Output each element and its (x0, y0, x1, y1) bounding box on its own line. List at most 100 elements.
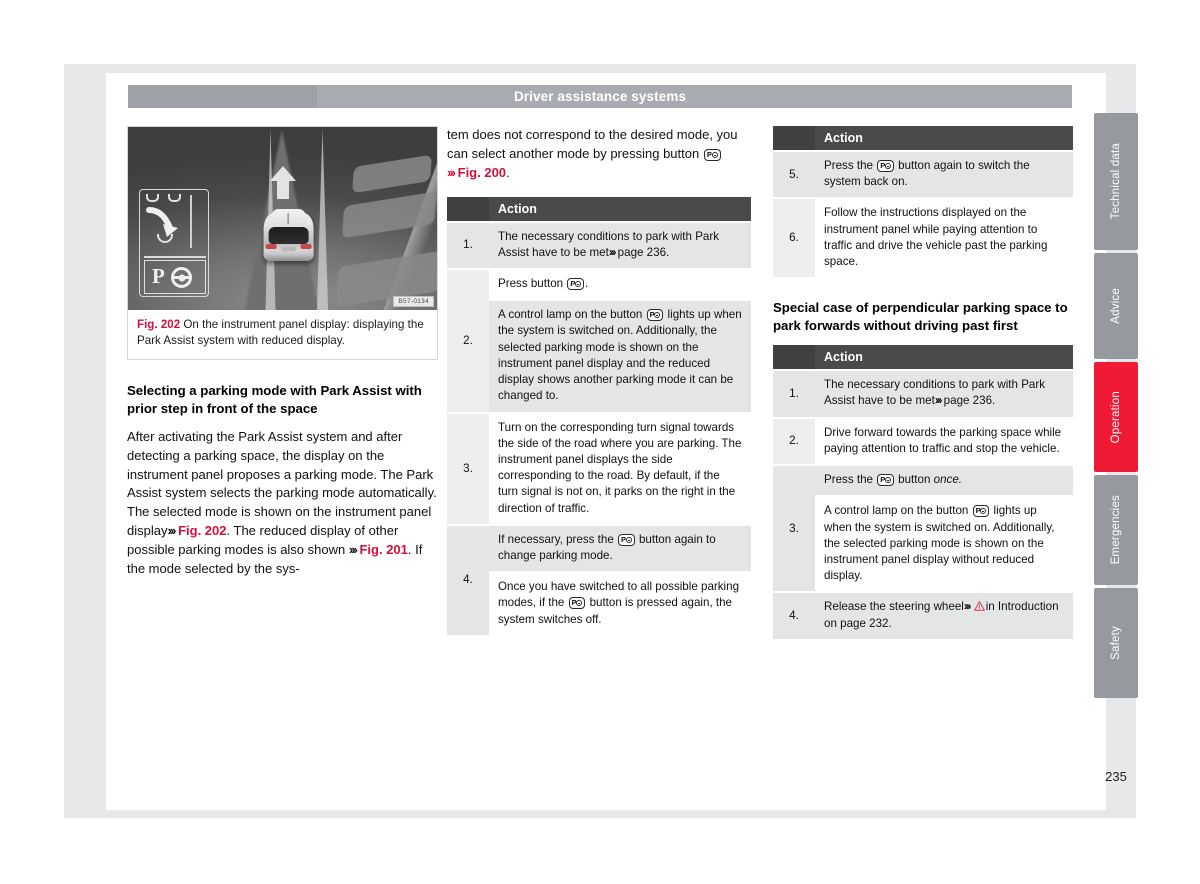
right-action-table-1: Action 5. Press the P button again to sw… (773, 126, 1073, 278)
park-assist-button-icon: P (877, 160, 894, 172)
table-row: 6. Follow the instructions displayed on … (773, 197, 1073, 278)
row-action: Drive forward towards the parking space … (815, 416, 1073, 466)
section-tabs: Technical data Advice Operation Emergenc… (1094, 113, 1138, 701)
col-header-action: Action (815, 126, 1073, 151)
sidebar-tab-operation[interactable]: Operation (1094, 362, 1138, 472)
table-header-row: Action (773, 345, 1073, 371)
figure-illustration: P B57-0134 (128, 127, 437, 310)
sidebar-tab-label: Technical data (1110, 143, 1122, 220)
row-action: Turn on the corresponding turn signal to… (489, 411, 751, 525)
row-text-after: page 236. (617, 245, 670, 259)
table-row: 4. Release the steering wheel››› in Intr… (773, 591, 1073, 639)
middle-column: tem does not correspond to the desired m… (447, 126, 751, 635)
middle-ref-fig200[interactable]: Fig. 200 (458, 165, 506, 180)
vehicle-icon (260, 203, 316, 263)
left-paragraph-part1: After activating the Park Assist system … (127, 428, 437, 539)
sidebar-tab-label: Emergencies (1110, 495, 1122, 565)
lane-line-right (317, 128, 329, 310)
col-header-number (773, 345, 815, 371)
row-text-before: If necessary, press the (498, 532, 614, 546)
document-page: Driver assistance systems P B57-0134 Fig… (0, 0, 1200, 884)
right-action-table-2: Action 1. The necessary conditions to pa… (773, 345, 1073, 639)
row-action: Once you have switched to all possible p… (489, 571, 751, 635)
table-row: 3. Turn on the corresponding turn signal… (447, 411, 751, 525)
row-action: The necessary conditions to park with Pa… (815, 369, 1073, 418)
steering-wheel-icon (171, 267, 192, 288)
row-text-before: Release the steering wheel (824, 600, 964, 614)
row-number: 4. (773, 591, 815, 639)
row-text-before: Press the (824, 473, 873, 487)
figure-label: Fig. 202 (137, 318, 181, 331)
sidebar-tab-emergencies[interactable]: Emergencies (1094, 475, 1138, 585)
figure-202: P B57-0134 Fig. 202 On the instrument pa… (127, 126, 438, 360)
row-text-italic: once. (933, 473, 962, 487)
table-row: 1. The necessary conditions to park with… (447, 220, 751, 269)
table-row: Once you have switched to all possible p… (447, 571, 751, 635)
sidebar-tab-advice[interactable]: Advice (1094, 253, 1138, 359)
row-number: 6. (773, 197, 815, 278)
letter-p-icon: P (152, 264, 165, 288)
row-text-after: lights up when the system is switched on… (498, 308, 742, 403)
table-row: 3. Press the P button once. (773, 464, 1073, 593)
row-number: 1. (773, 369, 815, 418)
left-ref-fig202[interactable]: Fig. 202 (178, 523, 226, 538)
row-text-after: button (898, 473, 934, 487)
figure-code: B57-0134 (393, 296, 434, 307)
col-header-number (773, 126, 815, 151)
right-section-heading: Special case of perpendicular parking sp… (773, 300, 1068, 334)
row-text-before: A control lamp on the button (498, 308, 643, 322)
row-text-after: . (585, 276, 589, 290)
park-assist-button-icon: P (877, 474, 894, 487)
kerb-bar-icon (190, 195, 192, 248)
page-header-bar: Driver assistance systems (128, 85, 1072, 108)
middle-action-table: Action 1. The necessary conditions to pa… (447, 196, 751, 635)
parking-slot-icon-a (146, 194, 159, 202)
table-header-row: Action (773, 126, 1073, 151)
right-column: Action 5. Press the P button again to sw… (773, 126, 1073, 639)
row-action: Follow the instructions displayed on the… (815, 197, 1073, 278)
row-text-before: A control lamp on the button (824, 504, 969, 518)
row-action: Press the P button again to switch the s… (815, 149, 1073, 199)
col-header-action: Action (489, 196, 751, 222)
park-assist-button-icon: P (972, 505, 990, 518)
table-header-row: Action (447, 196, 751, 222)
page-title: Driver assistance systems (513, 89, 687, 104)
row-action: Press the P button once. (815, 464, 1073, 497)
row-text-before: Press button (498, 276, 564, 290)
park-assist-button-icon: P (618, 533, 635, 546)
table-row: 2. Drive forward towards the parking spa… (773, 416, 1073, 466)
row-number: 3. (773, 464, 815, 593)
row-action: Release the steering wheel››› in Introdu… (815, 591, 1073, 639)
row-number: 2. (773, 416, 815, 466)
row-action: Press button P. (489, 267, 751, 301)
left-paragraph: After activating the Park Assist system … (127, 428, 437, 576)
table-row: 5. Press the P button again to switch th… (773, 149, 1073, 199)
row-action: A control lamp on the button P lights up… (489, 299, 751, 413)
row-action: If necessary, press the P button again t… (489, 523, 751, 573)
maneuver-arrow-icon (146, 204, 186, 238)
park-assist-button-icon: P (568, 597, 586, 610)
middle-intro-part1: tem does not correspond to the desired m… (447, 127, 738, 161)
middle-intro-paragraph: tem does not correspond to the desired m… (447, 127, 738, 180)
figure-caption-text: On the instrument panel display: display… (137, 318, 424, 348)
table-row: 2. Press button P. (447, 267, 751, 413)
left-ref-fig201[interactable]: Fig. 201 (359, 542, 407, 557)
sidebar-tab-safety[interactable]: Safety (1094, 588, 1138, 698)
sidebar-tab-label: Safety (1110, 626, 1122, 660)
row-action: A control lamp on the button P lights up… (815, 495, 1073, 593)
row-number: 1. (447, 220, 489, 269)
row-number: 4. (447, 523, 489, 635)
park-assist-mode-icon: P (144, 260, 206, 294)
col-header-action: Action (815, 345, 1073, 371)
sidebar-tab-label: Operation (1110, 390, 1122, 444)
table-row: A control lamp on the button P lights up… (773, 495, 1073, 593)
sidebar-tab-technical-data[interactable]: Technical data (1094, 113, 1138, 250)
table-row: 1. The necessary conditions to park with… (773, 369, 1073, 418)
row-number: 2. (447, 267, 489, 413)
page-number: 235 (1105, 769, 1127, 784)
park-assist-button-icon: P (703, 148, 721, 161)
warning-triangle-icon (973, 601, 985, 612)
row-number: 3. (447, 411, 489, 525)
park-assist-button-icon: P (567, 277, 585, 290)
reduced-display-panel: P (139, 189, 209, 297)
